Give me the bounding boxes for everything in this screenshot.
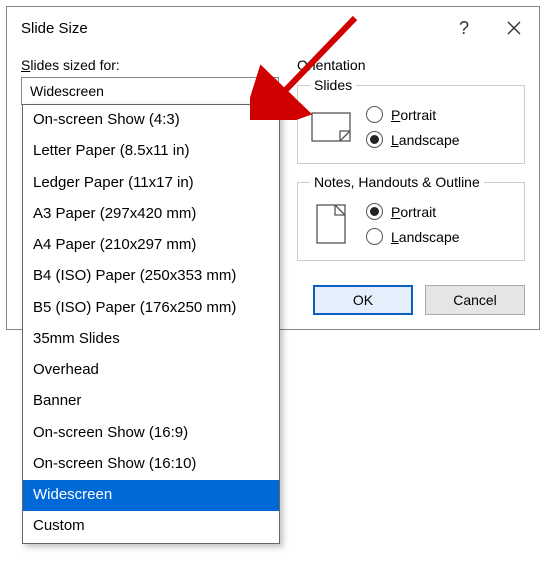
dropdown-item[interactable]: Banner (23, 386, 279, 417)
left-column: Slides sized for: Widescreen On-screen S… (21, 57, 279, 271)
slides-sized-for-combo[interactable]: Widescreen On-screen Show (4:3)Letter Pa… (21, 77, 279, 105)
help-icon: ? (459, 18, 469, 39)
close-icon (507, 21, 521, 35)
notes-legend: Notes, Handouts & Outline (310, 174, 484, 190)
radio-icon (366, 131, 383, 148)
cancel-button[interactable]: Cancel (425, 285, 525, 315)
dropdown-item[interactable]: B4 (ISO) Paper (250x353 mm) (23, 261, 279, 292)
dropdown-item[interactable]: Custom (23, 511, 279, 542)
close-button[interactable] (489, 7, 539, 49)
dropdown-item[interactable]: On-screen Show (4:3) (23, 105, 279, 136)
dialog-title: Slide Size (21, 20, 439, 37)
dropdown-item[interactable]: A3 Paper (297x420 mm) (23, 199, 279, 230)
radio-label: Landscape (391, 229, 460, 245)
radio-icon (366, 106, 383, 123)
page-landscape-icon (310, 103, 352, 151)
dropdown-item[interactable]: B5 (ISO) Paper (176x250 mm) (23, 293, 279, 324)
notes-orientation-group: Notes, Handouts & Outline Portrait Lands… (297, 174, 525, 261)
slides-legend: Slides (310, 77, 356, 93)
notes-landscape-radio[interactable]: Landscape (366, 228, 460, 245)
notes-portrait-radio[interactable]: Portrait (366, 203, 460, 220)
slides-portrait-radio[interactable]: Portrait (366, 106, 460, 123)
radio-label: Landscape (391, 132, 460, 148)
title-bar: Slide Size ? (7, 7, 539, 49)
combo-selected-value: Widescreen (22, 83, 256, 99)
dropdown-item[interactable]: Widescreen (23, 480, 279, 511)
slides-sized-for-label: Slides sized for: (21, 57, 279, 73)
help-button[interactable]: ? (439, 7, 489, 49)
slides-sized-for-dropdown[interactable]: On-screen Show (4:3)Letter Paper (8.5x11… (22, 104, 280, 544)
dropdown-item[interactable]: 35mm Slides (23, 324, 279, 355)
radio-icon (366, 203, 383, 220)
slide-size-dialog: Slide Size ? Slides sized for: Widescree… (6, 6, 540, 330)
radio-label: Portrait (391, 204, 436, 220)
dropdown-item[interactable]: A4 Paper (210x297 mm) (23, 230, 279, 261)
radio-label: Portrait (391, 107, 436, 123)
combo-dropdown-button[interactable] (256, 78, 278, 104)
dropdown-item[interactable]: Letter Paper (8.5x11 in) (23, 136, 279, 167)
slides-landscape-radio[interactable]: Landscape (366, 131, 460, 148)
slides-orientation-group: Slides Portrait Landscape (297, 77, 525, 164)
orientation-label: Orientation (297, 57, 525, 73)
page-portrait-icon (310, 200, 352, 248)
dropdown-item[interactable]: On-screen Show (16:10) (23, 449, 279, 480)
chevron-down-icon (263, 88, 273, 94)
radio-icon (366, 228, 383, 245)
right-column: Orientation Slides Portrait Land (297, 57, 525, 271)
ok-button[interactable]: OK (313, 285, 413, 315)
dropdown-item[interactable]: On-screen Show (16:9) (23, 418, 279, 449)
dropdown-item[interactable]: Ledger Paper (11x17 in) (23, 168, 279, 199)
dropdown-item[interactable]: Overhead (23, 355, 279, 386)
